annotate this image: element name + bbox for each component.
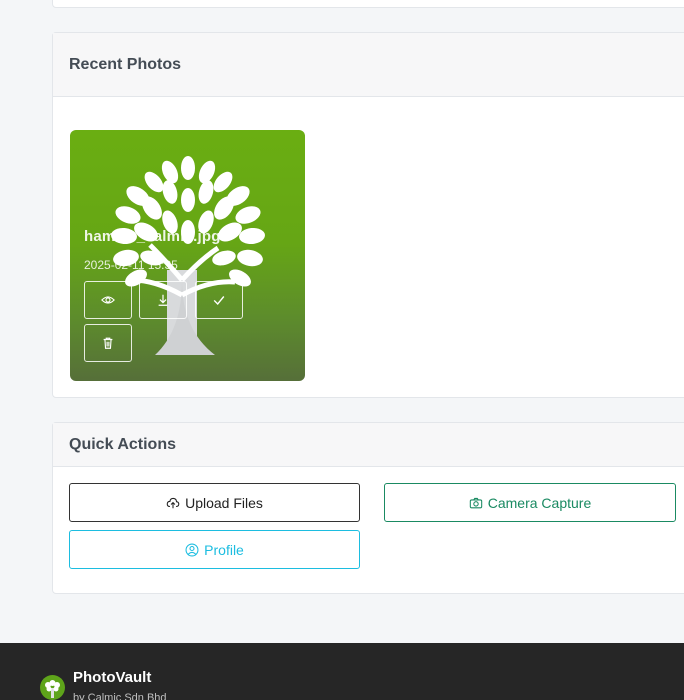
view-photo-button[interactable] — [84, 281, 132, 319]
check-icon — [213, 296, 225, 305]
cloud-upload-icon — [166, 497, 180, 508]
photovault-logo-icon — [40, 675, 65, 700]
quick-actions-title: Quick Actions — [69, 435, 176, 453]
trash-icon — [103, 337, 113, 349]
photo-card[interactable]: hamwo_calmic.jpg 2025-02-11 15:35 — [70, 130, 305, 381]
upload-files-button[interactable]: Upload Files — [69, 483, 360, 522]
camera-icon — [469, 497, 482, 508]
select-photo-button[interactable] — [195, 281, 243, 319]
footer-company: by Calmic Sdn Bhd — [73, 692, 167, 700]
delete-photo-button[interactable] — [84, 324, 132, 362]
recent-photos-header: Recent Photos — [53, 33, 684, 97]
quick-actions-header: Quick Actions — [53, 423, 684, 467]
photo-date: 2025-02-11 15:35 — [84, 258, 178, 272]
profile-button[interactable]: Profile — [69, 530, 360, 569]
eye-icon — [101, 296, 115, 304]
download-icon — [158, 294, 168, 306]
recent-photos-title: Recent Photos — [69, 55, 182, 73]
camera-capture-button[interactable]: Camera Capture — [384, 483, 676, 522]
camera-capture-label: Camera Capture — [487, 494, 592, 511]
previous-card — [52, 0, 684, 8]
recent-photos-card: Recent Photos hamwo_calmic.jpg 2025-02-1… — [52, 32, 684, 398]
quick-actions-card: Quick Actions Upload Files Camera Captur… — [52, 422, 684, 594]
photo-filename: hamwo_calmic.jpg — [84, 228, 221, 245]
user-circle-icon — [185, 543, 199, 556]
profile-label: Profile — [204, 541, 244, 558]
download-photo-button[interactable] — [139, 281, 187, 319]
footer-brand: PhotoVault — [73, 669, 152, 686]
footer: PhotoVault by Calmic Sdn Bhd — [0, 643, 684, 700]
upload-files-label: Upload Files — [185, 494, 263, 511]
